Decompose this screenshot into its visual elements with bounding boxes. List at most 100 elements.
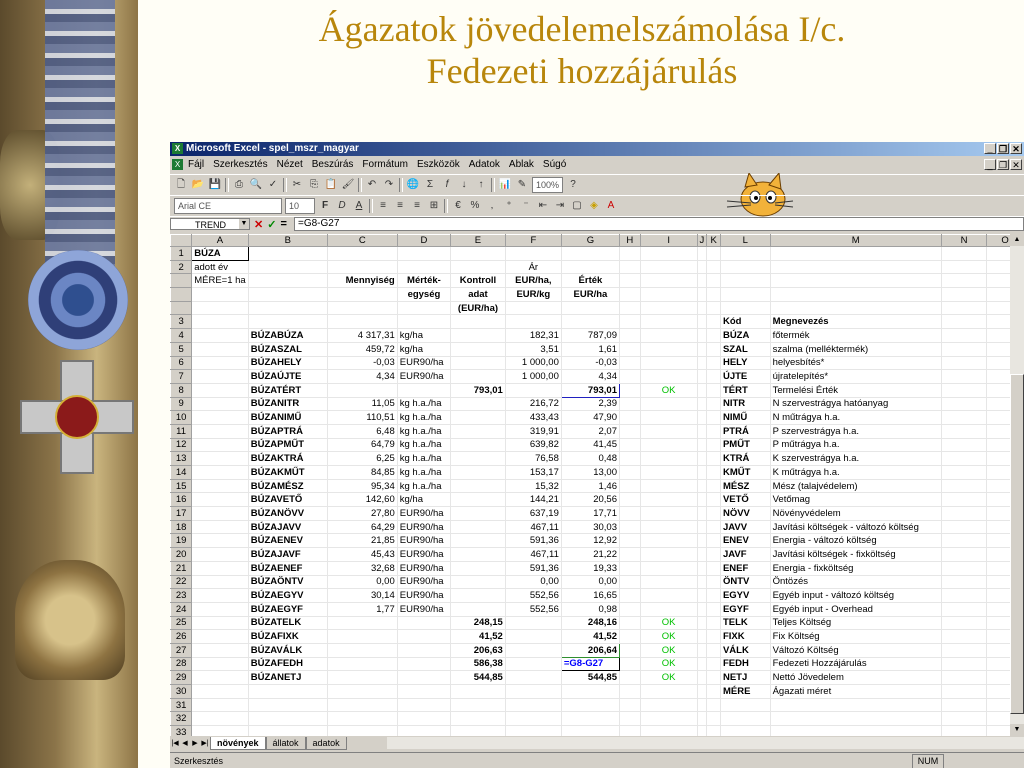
cell-H[interactable] <box>619 287 641 302</box>
cell-A[interactable] <box>191 356 249 371</box>
cell-B[interactable] <box>248 287 328 302</box>
cell-L[interactable]: PTRÁ <box>720 424 771 439</box>
cell-I[interactable] <box>640 246 698 261</box>
cell-L[interactable]: PMŰT <box>720 438 771 453</box>
cell-F[interactable]: 552,56 <box>505 588 562 603</box>
menu-item-5[interactable]: Eszközök <box>417 156 460 174</box>
cell-G[interactable]: 0,98 <box>561 602 620 617</box>
cell-B[interactable] <box>248 711 328 727</box>
cell-G[interactable]: 0,48 <box>561 451 620 466</box>
cell-J[interactable] <box>697 451 708 466</box>
cell-J[interactable] <box>697 397 708 412</box>
cell-H[interactable] <box>619 314 641 330</box>
cell-N[interactable] <box>941 410 988 425</box>
equals-icon[interactable]: = <box>280 218 286 231</box>
cell-G[interactable] <box>561 314 620 330</box>
cell-J[interactable] <box>697 711 708 727</box>
cell-H[interactable] <box>619 383 641 398</box>
cell-C[interactable]: 45,43 <box>327 547 398 562</box>
cell-K[interactable] <box>706 547 721 562</box>
cell-E[interactable]: 544,85 <box>450 670 506 685</box>
cell-B[interactable] <box>248 246 328 261</box>
cell-E[interactable] <box>450 533 506 549</box>
cell-C[interactable]: 110,51 <box>327 410 398 425</box>
cell-C[interactable]: 142,60 <box>327 492 398 508</box>
cell-L[interactable]: KTRÁ <box>720 451 771 466</box>
row-header[interactable]: 31 <box>170 697 193 713</box>
cell-J[interactable] <box>697 314 708 330</box>
cell-H[interactable] <box>619 725 641 736</box>
row-header[interactable]: 22 <box>170 574 193 590</box>
cell-E[interactable] <box>450 465 506 480</box>
cell-A[interactable] <box>191 492 249 508</box>
cell-N[interactable] <box>941 492 988 508</box>
font-size-select[interactable]: 10 <box>285 198 315 214</box>
cell-C[interactable]: 64,79 <box>327 438 398 453</box>
cell-G[interactable]: EUR/ha <box>561 287 620 302</box>
cell-H[interactable] <box>619 670 641 685</box>
row-header[interactable] <box>170 287 193 302</box>
cell-J[interactable] <box>697 424 708 439</box>
cell-G[interactable] <box>561 246 620 261</box>
currency-icon[interactable]: € <box>451 199 465 213</box>
cell-I[interactable] <box>640 725 698 736</box>
cell-E[interactable] <box>450 260 506 275</box>
cell-K[interactable] <box>706 314 721 330</box>
cell-H[interactable] <box>619 547 641 562</box>
cell-I[interactable] <box>640 287 698 302</box>
cell-G[interactable]: 47,90 <box>561 410 620 425</box>
cell-C[interactable] <box>327 629 398 644</box>
cell-D[interactable]: EUR90/ha <box>397 356 452 371</box>
row-header[interactable]: 4 <box>170 328 193 343</box>
column-header-F[interactable]: F <box>504 234 562 247</box>
cell-G[interactable]: 248,16 <box>561 616 620 631</box>
cell-G[interactable]: 20,56 <box>561 492 620 508</box>
print-preview-icon[interactable]: 🔍 <box>249 178 263 192</box>
sort-desc-icon[interactable]: ↑ <box>474 178 488 192</box>
cell-C[interactable]: 21,85 <box>327 533 398 549</box>
cell-I[interactable] <box>640 342 698 357</box>
cell-M[interactable]: főtermék <box>770 328 942 343</box>
cell-H[interactable] <box>619 506 641 521</box>
row-header[interactable]: 12 <box>170 437 193 453</box>
cell-M[interactable]: Öntözés <box>770 575 942 590</box>
cell-N[interactable] <box>941 575 988 590</box>
cell-C[interactable] <box>327 657 398 672</box>
format-painter-icon[interactable]: 🖌 <box>341 178 355 192</box>
hyperlink-icon[interactable]: 🌐 <box>406 178 420 192</box>
cell-K[interactable] <box>706 520 721 535</box>
cell-B[interactable]: BÚZATÉRT <box>248 383 328 398</box>
cell-L[interactable] <box>720 273 771 289</box>
cell-M[interactable]: Egyéb input - Overhead <box>770 602 942 617</box>
cell-C[interactable] <box>327 314 398 330</box>
cell-D[interactable] <box>397 643 452 658</box>
cell-B[interactable] <box>248 273 328 289</box>
restore-button[interactable]: ❐ <box>997 143 1009 154</box>
workbook-icon[interactable]: X <box>172 159 183 170</box>
cell-J[interactable] <box>697 643 708 658</box>
prev-sheet-icon[interactable]: ◀ <box>180 739 190 747</box>
cell-K[interactable] <box>706 438 721 453</box>
borders-icon[interactable]: ▢ <box>570 199 584 213</box>
column-header-I[interactable]: I <box>639 234 698 247</box>
cell-I[interactable] <box>640 602 698 617</box>
cell-I[interactable]: OK <box>640 670 698 685</box>
cell-M[interactable]: K szervestrágya h.a. <box>770 451 942 466</box>
cell-N[interactable] <box>941 629 988 644</box>
vertical-scrollbar[interactable]: ▲ ▼ <box>1010 234 1024 736</box>
cell-M[interactable]: Energia - változó költség <box>770 533 942 549</box>
cell-L[interactable]: ÖNTV <box>720 575 771 590</box>
cell-D[interactable] <box>397 711 452 727</box>
row-header[interactable]: 14 <box>170 465 193 480</box>
cell-C[interactable]: 64,29 <box>327 520 398 535</box>
column-header-N[interactable]: N <box>940 234 988 247</box>
cell-N[interactable] <box>941 711 988 727</box>
cell-B[interactable]: BÚZAVETŐ <box>248 492 328 508</box>
cell-K[interactable] <box>706 643 721 658</box>
cell-I[interactable] <box>640 438 698 453</box>
cell-A[interactable] <box>191 410 249 425</box>
sort-asc-icon[interactable]: ↓ <box>457 178 471 192</box>
cell-C[interactable]: Mennyiség <box>327 273 398 289</box>
cell-C[interactable]: 4 317,31 <box>327 328 398 343</box>
cell-D[interactable]: EUR90/ha <box>397 588 452 603</box>
